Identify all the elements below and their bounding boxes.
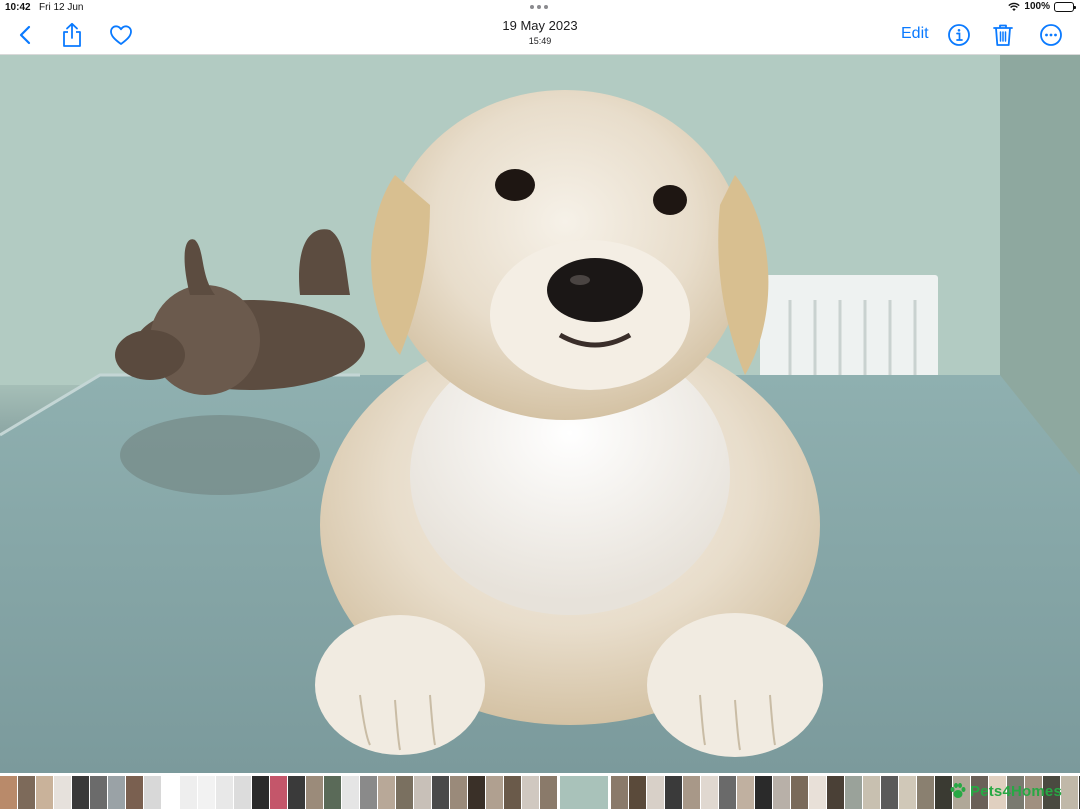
filmstrip-thumbnail[interactable]	[18, 776, 35, 809]
more-button[interactable]	[1036, 20, 1066, 50]
filmstrip-thumbnail[interactable]	[234, 776, 251, 809]
favorite-button[interactable]	[106, 20, 136, 50]
wifi-icon	[1008, 2, 1021, 12]
filmstrip-thumbnail[interactable]	[90, 776, 107, 809]
filmstrip-thumbnail[interactable]	[414, 776, 431, 809]
filmstrip-thumbnail[interactable]	[270, 776, 287, 809]
filmstrip-thumbnail[interactable]	[324, 776, 341, 809]
photo-toolbar: 19 May 2023 15:49 Edit	[0, 14, 1080, 55]
filmstrip-thumbnail[interactable]	[378, 776, 395, 809]
filmstrip-thumbnail[interactable]	[881, 776, 898, 809]
edit-button[interactable]: Edit	[901, 25, 929, 43]
filmstrip-thumbnail[interactable]	[108, 776, 125, 809]
filmstrip-thumbnail[interactable]	[827, 776, 844, 809]
filmstrip-thumbnail[interactable]	[486, 776, 503, 809]
filmstrip-thumbnail[interactable]	[126, 776, 143, 809]
photo-viewer[interactable]	[0, 55, 1080, 773]
filmstrip-thumbnail[interactable]	[342, 776, 359, 809]
filmstrip-thumbnail[interactable]	[1061, 776, 1078, 809]
back-button[interactable]	[10, 20, 40, 50]
share-icon	[63, 22, 81, 47]
filmstrip-thumbnail[interactable]	[683, 776, 700, 809]
filmstrip-thumbnail[interactable]	[773, 776, 790, 809]
chevron-left-icon	[19, 25, 31, 45]
filmstrip-thumbnail[interactable]	[0, 776, 17, 809]
photo-time: 15:49	[528, 36, 552, 46]
filmstrip-thumbnail[interactable]	[809, 776, 826, 809]
puppy-photo	[0, 55, 1080, 773]
trash-icon	[993, 24, 1013, 46]
filmstrip-thumbnail[interactable]	[647, 776, 664, 809]
more-icon	[1040, 24, 1062, 46]
paw-print-icon	[950, 783, 966, 798]
filmstrip-thumbnail[interactable]	[468, 776, 485, 809]
watermark-text: Pets4Homes	[969, 782, 1062, 800]
filmstrip-thumbnail[interactable]	[360, 776, 377, 809]
battery-icon	[1054, 1, 1076, 12]
filmstrip-thumbnail[interactable]	[306, 776, 323, 809]
multitasking-dots-icon[interactable]	[530, 5, 548, 9]
filmstrip-thumbnail[interactable]	[288, 776, 305, 809]
heart-icon	[110, 25, 132, 45]
filmstrip-thumbnail[interactable]	[522, 776, 539, 809]
filmstrip-thumbnail[interactable]	[845, 776, 862, 809]
filmstrip-thumbnail[interactable]	[701, 776, 718, 809]
info-icon	[948, 24, 970, 46]
filmstrip-thumbnail[interactable]	[72, 776, 89, 809]
filmstrip-thumbnail[interactable]	[162, 776, 179, 809]
filmstrip-thumbnail[interactable]	[144, 776, 161, 809]
battery-percent: 100%	[1024, 1, 1050, 12]
watermark: Pets4Homes	[949, 782, 1062, 800]
filmstrip-thumbnail[interactable]	[791, 776, 808, 809]
status-time: 10:42	[5, 2, 31, 13]
status-date: Fri 12 Jun	[39, 2, 84, 13]
filmstrip-thumbnail[interactable]	[863, 776, 880, 809]
filmstrip-thumbnail[interactable]	[396, 776, 413, 809]
filmstrip-thumbnail[interactable]	[504, 776, 521, 809]
filmstrip-thumbnail[interactable]	[755, 776, 772, 809]
filmstrip-thumbnail[interactable]	[432, 776, 449, 809]
filmstrip-thumbnail[interactable]	[180, 776, 197, 809]
filmstrip-thumbnail-current[interactable]	[560, 776, 608, 809]
info-button[interactable]	[944, 20, 974, 50]
photo-title[interactable]: 19 May 2023 15:49	[440, 18, 640, 46]
filmstrip-thumbnail[interactable]	[611, 776, 628, 809]
filmstrip-thumbnail[interactable]	[665, 776, 682, 809]
filmstrip-thumbnail[interactable]	[737, 776, 754, 809]
share-button[interactable]	[57, 20, 87, 50]
filmstrip-thumbnail[interactable]	[54, 776, 71, 809]
filmstrip-thumbnail[interactable]	[198, 776, 215, 809]
filmstrip[interactable]	[0, 773, 1080, 809]
filmstrip-thumbnail[interactable]	[719, 776, 736, 809]
filmstrip-thumbnail[interactable]	[216, 776, 233, 809]
filmstrip-thumbnail[interactable]	[917, 776, 934, 809]
filmstrip-thumbnail[interactable]	[252, 776, 269, 809]
filmstrip-thumbnail[interactable]	[450, 776, 467, 809]
status-right: 100%	[1008, 1, 1076, 12]
status-bar: 10:42 Fri 12 Jun 100%	[0, 0, 1080, 14]
filmstrip-thumbnail[interactable]	[629, 776, 646, 809]
delete-button[interactable]	[988, 20, 1018, 50]
filmstrip-thumbnail[interactable]	[36, 776, 53, 809]
filmstrip-thumbnail[interactable]	[899, 776, 916, 809]
filmstrip-thumbnail[interactable]	[540, 776, 557, 809]
photo-date: 19 May 2023	[502, 18, 578, 33]
